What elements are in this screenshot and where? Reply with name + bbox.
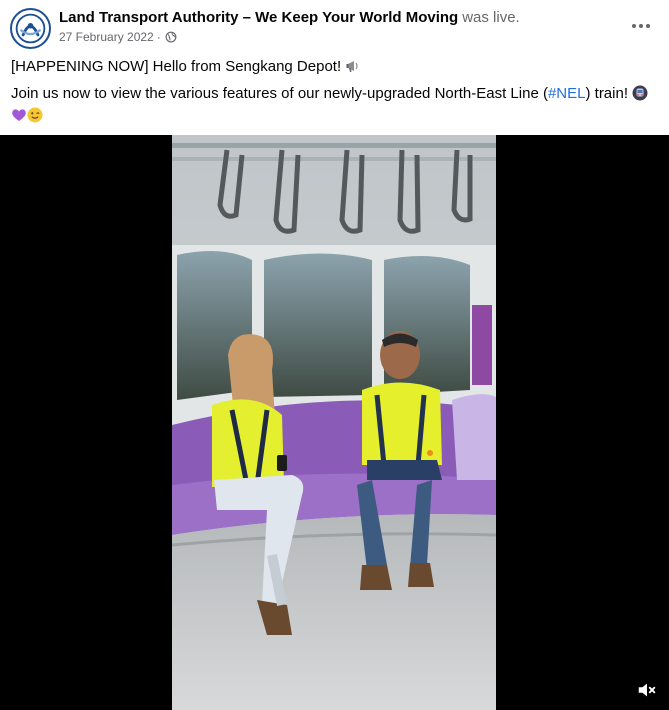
post-line-2-text-start: Join us now to view the various features… [11,85,548,102]
post-line-2-text-end: ) train! [585,85,628,102]
more-options-icon[interactable] [627,16,655,36]
post-line-1: [HAPPENING NOW] Hello from Sengkang Depo… [11,56,661,78]
meta-separator: · [156,30,161,44]
post-line-1-text: [HAPPENING NOW] Hello from Sengkang Depo… [11,58,342,75]
post-date[interactable]: 27 February 2022 [59,30,154,44]
post-line-2: Join us now to view the various features… [11,83,661,127]
megaphone-icon [346,61,358,72]
video-frame[interactable] [172,135,496,710]
live-status: was live. [462,9,520,26]
winking-face-icon [27,107,43,123]
page-name-link[interactable]: Land Transport Authority – We Keep Your … [59,9,458,26]
post-meta: 27 February 2022 · [59,30,177,44]
dot [632,24,636,28]
post-header: Land Transport Authority – We Keep Your … [0,0,669,54]
post-title: Land Transport Authority – We Keep Your … [59,9,520,26]
dot [639,24,643,28]
post-body: [HAPPENING NOW] Hello from Sengkang Depo… [11,56,661,132]
hashtag-link[interactable]: #NEL [548,85,586,102]
purple-heart-icon [12,109,26,121]
lta-logo-icon [13,11,48,46]
speaker-glyph [638,683,656,697]
video-player[interactable] [0,135,669,710]
volume-muted-icon[interactable] [635,678,659,702]
train-icon [632,85,648,101]
globe-icon[interactable] [165,31,177,43]
page-avatar[interactable] [10,8,51,49]
train-interior-scene [172,135,496,710]
dot [646,24,650,28]
